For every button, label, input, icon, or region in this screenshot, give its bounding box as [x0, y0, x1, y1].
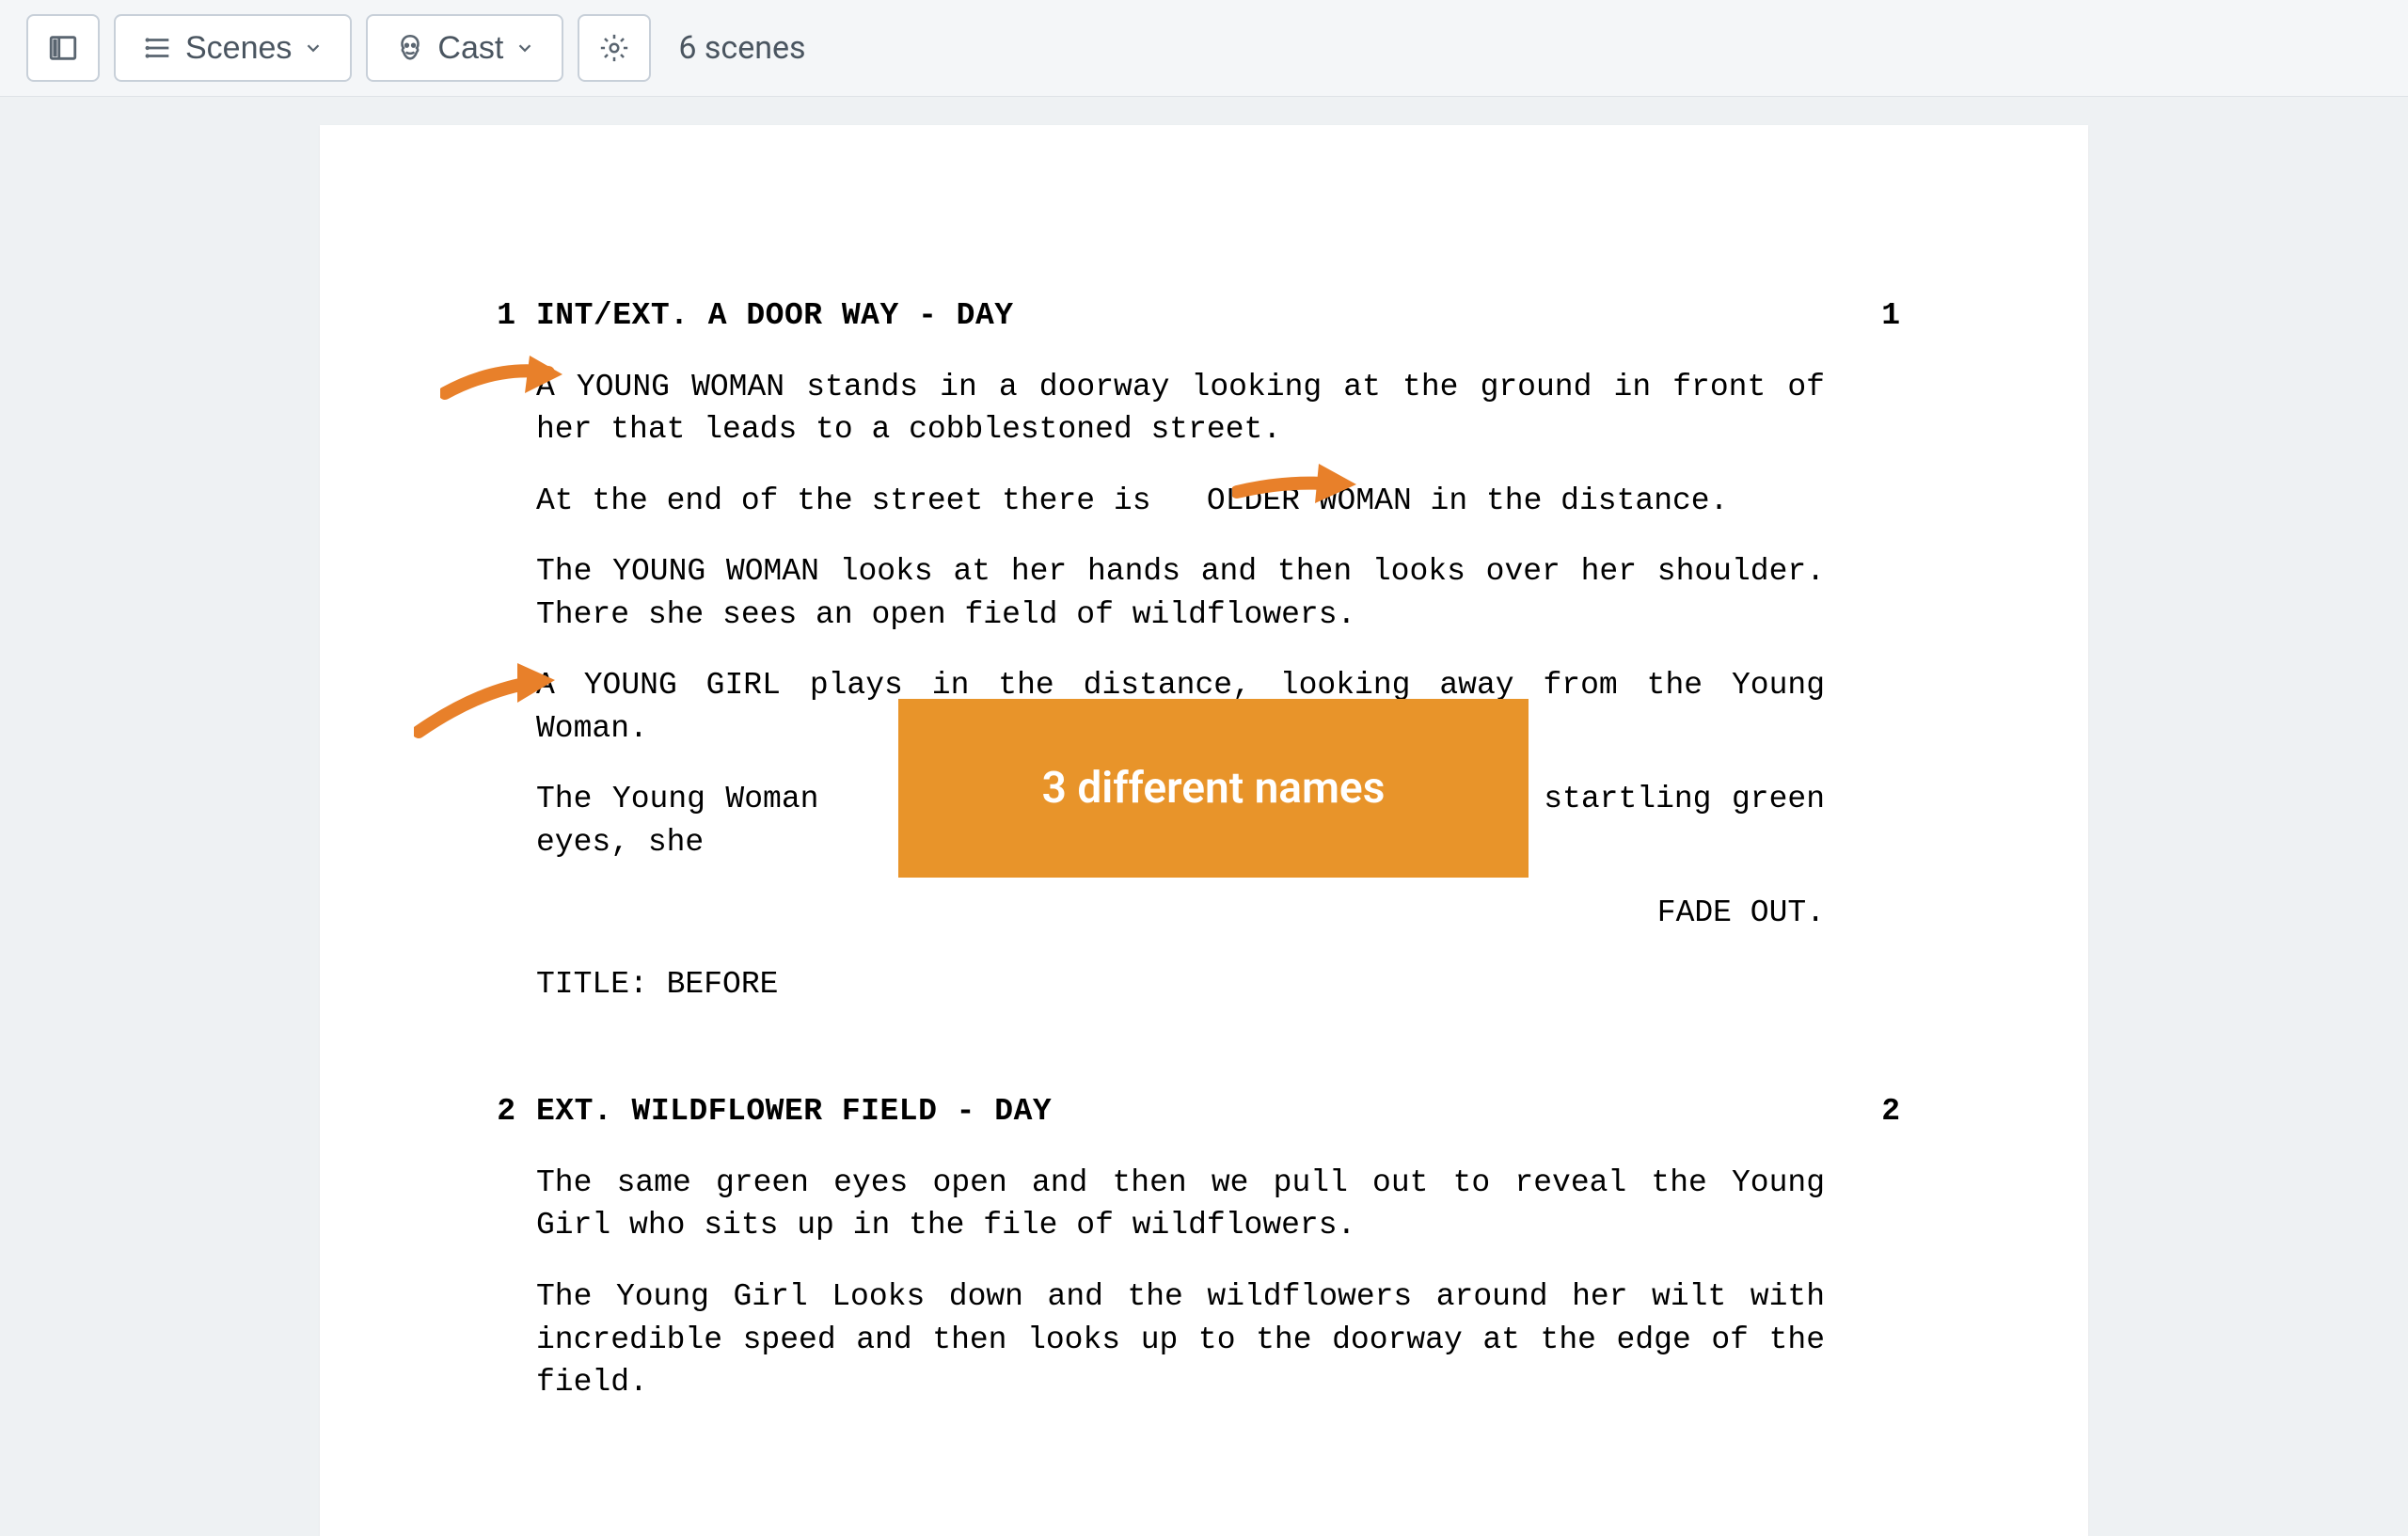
- scenes-dropdown-label: Scenes: [185, 30, 292, 67]
- scene-number-right: 2: [1825, 1090, 1900, 1133]
- action-paragraph[interactable]: The YOUNG WOMAN looks at her hands and t…: [536, 550, 1825, 636]
- scene-block: 1 INT/EXT. A DOOR WAY - DAY 1 A YOUNG WO…: [433, 294, 1900, 1006]
- list-icon: [142, 32, 174, 64]
- cast-icon: [394, 32, 426, 64]
- action-paragraph[interactable]: The Young Girl Looks down and the wildfl…: [536, 1275, 1825, 1404]
- chevron-down-icon: [515, 38, 535, 58]
- annotation-callout-text: 3 different names: [1042, 763, 1386, 814]
- annotation-callout: 3 different names: [898, 699, 1529, 878]
- action-paragraph[interactable]: A YOUNG WOMAN stands in a doorway lookin…: [536, 366, 1825, 451]
- cast-dropdown-button[interactable]: Cast: [366, 14, 563, 82]
- sidebar-icon: [47, 32, 79, 64]
- action-paragraph[interactable]: The same green eyes open and then we pul…: [536, 1162, 1825, 1247]
- transition[interactable]: FADE OUT.: [536, 892, 1825, 935]
- action-paragraph[interactable]: At the end of the street there is OLDER …: [536, 480, 1825, 523]
- scene-number-left: 1: [433, 294, 536, 338]
- scene-heading-row: 1 INT/EXT. A DOOR WAY - DAY 1: [433, 294, 1900, 338]
- scene-block: 2 EXT. WILDFLOWER FIELD - DAY 2 The same…: [433, 1090, 1900, 1403]
- settings-button[interactable]: [578, 14, 651, 82]
- gear-icon: [598, 32, 630, 64]
- scene-number-right: 1: [1825, 294, 1900, 338]
- scene-number-left: 2: [433, 1090, 536, 1133]
- scene-heading[interactable]: EXT. WILDFLOWER FIELD - DAY: [536, 1090, 1825, 1133]
- script-page: 1 INT/EXT. A DOOR WAY - DAY 1 A YOUNG WO…: [320, 125, 2088, 1536]
- scene-heading-row: 2 EXT. WILDFLOWER FIELD - DAY 2: [433, 1090, 1900, 1133]
- scene-heading[interactable]: INT/EXT. A DOOR WAY - DAY: [536, 294, 1825, 338]
- cast-dropdown-label: Cast: [437, 30, 503, 67]
- chevron-down-icon: [303, 38, 324, 58]
- toolbar: Scenes Cast 6 scenes: [0, 0, 2408, 97]
- sidebar-toggle-button[interactable]: [26, 14, 100, 82]
- scene-count-label: 6 scenes: [678, 29, 805, 67]
- title-line[interactable]: TITLE: BEFORE: [536, 963, 1825, 1006]
- scenes-dropdown-button[interactable]: Scenes: [114, 14, 352, 82]
